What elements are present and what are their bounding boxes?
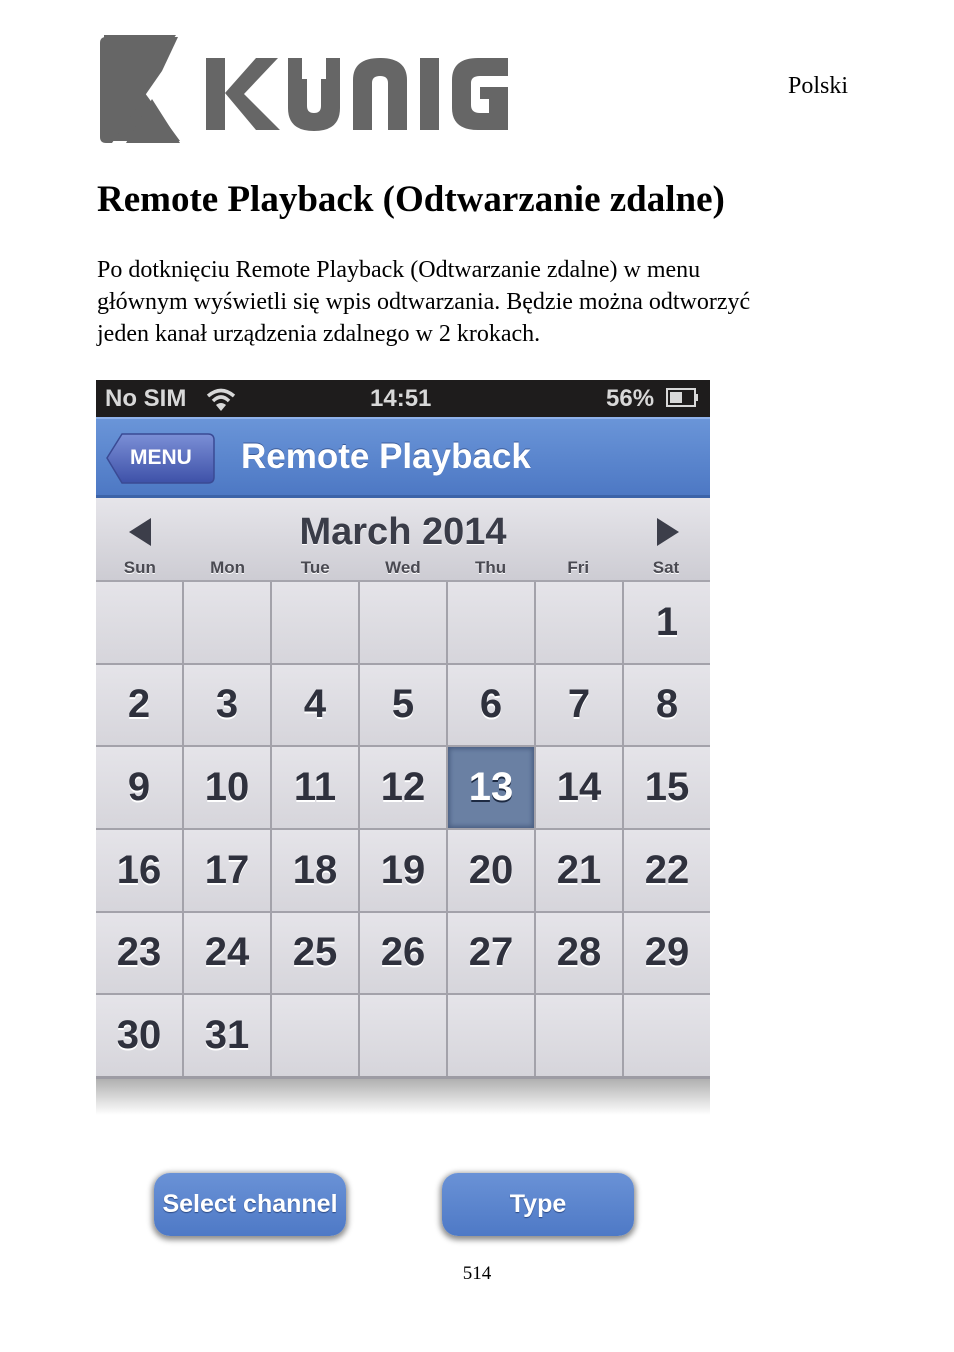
calendar-day-empty: [272, 582, 358, 663]
weekday-label: Sat: [652, 558, 680, 577]
calendar-day[interactable]: 25: [272, 912, 358, 994]
calendar-grid: 1 2 3 4 5 6 7 8 9 10 11 12 13 14 15 16 17 18 19 20 21 22 23 24 2…: [96, 582, 710, 1079]
paragraph-line: głównym wyświetli się wpis odtwarzania. …: [97, 289, 751, 315]
calendar-bottom-shadow: [96, 1079, 710, 1115]
calendar-day-empty: [360, 582, 446, 663]
calendar-day[interactable]: 16: [96, 829, 182, 911]
language-label: Polski: [788, 73, 849, 99]
nav-bar: MENU Remote Playback: [96, 417, 710, 498]
calendar-day[interactable]: 9: [96, 747, 182, 828]
calendar-day-empty: [536, 995, 622, 1076]
calendar-day[interactable]: 28: [536, 912, 622, 994]
paragraph-line: Po dotknięciu Remote Playback (Odtwarzan…: [97, 257, 701, 283]
calendar-day[interactable]: 3: [184, 664, 270, 746]
calendar-day[interactable]: 1: [624, 582, 710, 663]
calendar-day-empty: [96, 582, 182, 663]
intro-paragraph: Po dotknięciu Remote Playback (Odtwarzan…: [97, 254, 857, 350]
calendar-day[interactable]: 11: [272, 747, 358, 828]
calendar-day-empty: [536, 582, 622, 663]
calendar-day-empty: [448, 582, 534, 663]
weekday-label: Thu: [475, 558, 507, 577]
calendar-day[interactable]: 27: [448, 912, 534, 994]
calendar-day[interactable]: 12: [360, 747, 446, 828]
screen-title: Remote Playback: [241, 437, 531, 476]
calendar-day[interactable]: 14: [536, 747, 622, 828]
calendar-day[interactable]: 2: [96, 664, 182, 746]
calendar-day[interactable]: 17: [184, 829, 270, 911]
calendar-day-empty: [624, 995, 710, 1076]
calendar-day[interactable]: 26: [360, 912, 446, 994]
calendar-day-empty: [360, 995, 446, 1076]
select-channel-button[interactable]: Select channel: [154, 1173, 346, 1236]
calendar-day[interactable]: 19: [360, 829, 446, 911]
type-button[interactable]: Type: [442, 1173, 634, 1236]
calendar-day-empty: [184, 582, 270, 663]
calendar-day[interactable]: 15: [624, 747, 710, 828]
calendar-day[interactable]: 30: [96, 995, 182, 1076]
calendar-day[interactable]: 22: [624, 829, 710, 911]
konig-logo: [100, 35, 508, 143]
calendar-day-empty: [272, 995, 358, 1076]
calendar-day[interactable]: 6: [448, 664, 534, 746]
calendar-day[interactable]: 8: [624, 664, 710, 746]
battery-percent: 56%: [606, 385, 655, 412]
clock: 14:51: [370, 385, 432, 412]
calendar-day[interactable]: 7: [536, 664, 622, 746]
calendar-day[interactable]: 31: [184, 995, 270, 1076]
weekday-row: Sun Mon Tue Wed Thu Fri Sat: [96, 558, 710, 578]
weekday-label: Fri: [567, 558, 590, 577]
menu-back-button[interactable]: MENU: [106, 432, 216, 485]
next-month-arrow-icon[interactable]: [657, 518, 679, 546]
carrier-label: No SIM: [105, 385, 187, 412]
weekday-label: Mon: [210, 558, 245, 577]
wifi-icon: [206, 388, 236, 411]
calendar-day[interactable]: 24: [184, 912, 270, 994]
calendar-day[interactable]: 4: [272, 664, 358, 746]
weekday-label: Sun: [123, 558, 156, 577]
calendar-day[interactable]: 20: [448, 829, 534, 911]
weekday-label: Wed: [385, 558, 421, 577]
paragraph-line: jeden kanał urządzenia zdalnego w 2 krok…: [97, 321, 541, 347]
calendar-header: March 2014 Sun Mon Tue Wed Thu Fri Sat: [96, 498, 710, 582]
calendar-day[interactable]: 21: [536, 829, 622, 911]
page-title: Remote Playback (Odtwarzanie zdalne): [97, 179, 725, 220]
page-number: 514: [462, 1263, 492, 1284]
calendar-day[interactable]: 5: [360, 664, 446, 746]
status-bar: No SIM 14:51 56%: [96, 380, 710, 417]
calendar-day[interactable]: 18: [272, 829, 358, 911]
battery-icon: [666, 388, 698, 407]
calendar-day[interactable]: 29: [624, 912, 710, 994]
month-title: March 2014: [299, 511, 507, 553]
weekday-label: Tue: [300, 558, 330, 577]
phone-screenshot: No SIM 14:51 56% MENU Remote Playback Ma…: [96, 380, 710, 1115]
calendar-day[interactable]: 10: [184, 747, 270, 828]
calendar-day-empty: [448, 995, 534, 1076]
calendar-day[interactable]: 23: [96, 912, 182, 994]
calendar-day-selected[interactable]: 13: [448, 747, 534, 828]
menu-back-label: MENU: [130, 446, 192, 469]
